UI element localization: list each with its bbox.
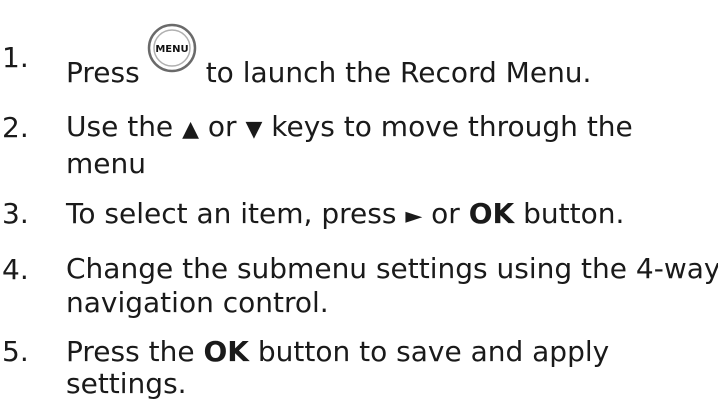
ok-label: OK <box>468 197 515 230</box>
menu-button-icon: MENU <box>146 23 198 92</box>
step-text-part: Press the <box>66 335 195 368</box>
step-text-part: To select an item, press <box>66 197 397 230</box>
step-number: 2. <box>2 111 29 144</box>
step-text-line1: Change the submenu settings using the 4-… <box>66 252 718 285</box>
step-text: Press the OK button to save and apply se… <box>66 336 714 400</box>
step-number: 1. <box>2 41 29 74</box>
step-text: To select an item, press ► or OK button. <box>66 196 714 235</box>
step-number: 5. <box>2 335 29 368</box>
step-text: Use the ▲ or ▼ keys to move through the … <box>66 110 714 181</box>
step-text-part: or <box>207 110 237 143</box>
menu-button-label: MENU <box>155 44 188 55</box>
step-text-part: button. <box>523 197 625 230</box>
step-text-line2: settings. <box>66 367 187 400</box>
right-arrow-icon: ► <box>405 204 423 229</box>
step-text-part: or <box>431 197 460 230</box>
step-text-after: to launch the Record Menu. <box>205 56 592 89</box>
ok-label: OK <box>203 335 249 368</box>
step-text-line2: menu <box>66 147 146 180</box>
step-number: 3. <box>2 197 29 230</box>
step-text-part: keys to move through the <box>271 110 633 143</box>
step-text-part: button to save and apply <box>257 335 610 368</box>
step-text-part: Use the <box>66 110 174 143</box>
step-number: 4. <box>2 253 29 286</box>
up-arrow-icon: ▲ <box>182 117 199 142</box>
step-text-before: Press <box>66 56 140 89</box>
down-arrow-icon: ▼ <box>245 117 263 142</box>
step-text-line2: navigation control. <box>66 286 329 319</box>
step-text: Press MENU to launch the Record Menu. <box>66 23 714 92</box>
step-text: Change the submenu settings using the 4-… <box>66 252 718 320</box>
